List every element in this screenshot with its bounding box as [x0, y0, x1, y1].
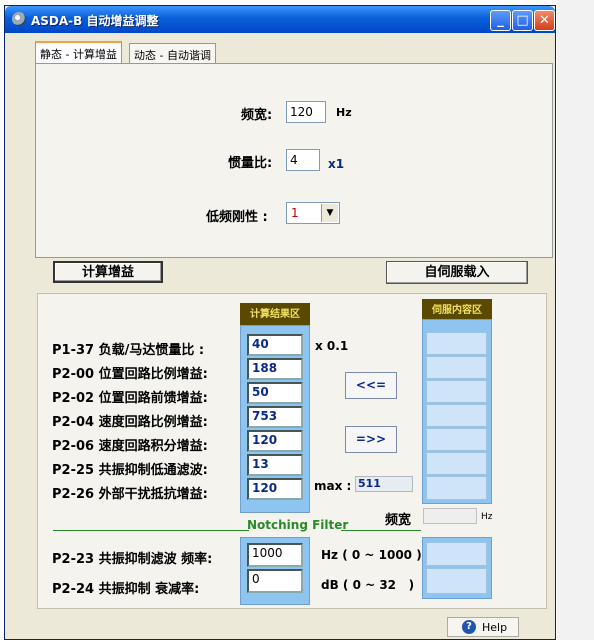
p1-37-value[interactable]: 40: [247, 334, 303, 356]
maximize-button[interactable]: □: [512, 10, 533, 31]
chevron-down-icon[interactable]: ▼: [321, 204, 338, 222]
p2-25-value[interactable]: 13: [247, 454, 303, 476]
p2-06-label: P2-06 速度回路积分增益:: [52, 439, 208, 454]
result-bandwidth-unit: Hz: [481, 512, 493, 522]
calc-gain-button[interactable]: 计算增益: [53, 261, 163, 283]
calc-result-header: 计算结果区: [240, 303, 310, 325]
max-label: max :: [314, 479, 352, 493]
status-bar: ? Help: [5, 614, 555, 639]
inertia-label: 惯量比:: [228, 156, 273, 171]
p2-26-value[interactable]: 120: [247, 478, 303, 500]
servo-cell: [426, 542, 487, 566]
p2-25-label: P2-25 共振抑制低通滤波:: [52, 463, 208, 478]
p2-00-value[interactable]: 188: [247, 358, 303, 380]
stiffness-select[interactable]: 1 ▼: [286, 202, 340, 224]
inertia-input[interactable]: [286, 149, 320, 171]
tab-static-calc[interactable]: 静态 - 计算增益: [35, 41, 122, 64]
p2-04-value[interactable]: 753: [247, 406, 303, 428]
copy-to-calc-button[interactable]: <<=: [345, 372, 397, 399]
inertia-unit: x1: [328, 157, 345, 171]
right-background-area: [557, 0, 594, 640]
copy-to-servo-button[interactable]: =>>: [345, 426, 397, 453]
p2-02-label: P2-02 位置回路前馈增益:: [52, 391, 208, 406]
p2-04-label: P2-04 速度回路比例增益:: [52, 415, 208, 430]
stiffness-value: 1: [291, 206, 299, 220]
servo-cell: [426, 404, 487, 427]
servo-cell: [426, 380, 487, 403]
bandwidth-unit: Hz: [336, 106, 352, 119]
p2-24-value[interactable]: 0: [247, 569, 303, 593]
bandwidth-input[interactable]: [286, 101, 326, 123]
help-button[interactable]: ? Help: [447, 617, 519, 637]
tab-dynamic-auto[interactable]: 动态 - 自动谐调: [129, 43, 216, 63]
minimize-button[interactable]: _: [490, 10, 511, 31]
servo-cell: [426, 332, 487, 355]
servo-cell: [426, 568, 487, 594]
notching-divider-right: [341, 530, 421, 531]
result-bandwidth-label: 频宽: [385, 513, 412, 528]
p1-37-label: P1-37 负载/马达惯量比 :: [52, 343, 205, 358]
window-title: ASDA-B 自动增益调整: [31, 14, 159, 28]
close-button[interactable]: ✕: [534, 10, 555, 31]
app-icon: [12, 12, 26, 26]
p2-23-label: P2-23 共振抑制滤波 频率:: [52, 552, 213, 567]
title-bar[interactable]: ASDA-B 自动增益调整 _ □ ✕: [5, 6, 555, 33]
servo-cell: [426, 452, 487, 475]
p2-23-value[interactable]: 1000: [247, 543, 303, 567]
notching-divider-left: [53, 530, 249, 531]
servo-cell: [426, 356, 487, 379]
auto-gain-window: ASDA-B 自动增益调整 _ □ ✕ 静态 - 计算增益 动态 - 自动谐调 …: [4, 5, 556, 640]
servo-cell: [426, 428, 487, 451]
p2-24-range: dB ( 0 ~ 32 ): [321, 578, 415, 592]
p2-06-value[interactable]: 120: [247, 430, 303, 452]
max-value: 511: [355, 476, 413, 492]
p2-00-label: P2-00 位置回路比例增益:: [52, 367, 208, 382]
bandwidth-label: 频宽:: [241, 108, 273, 123]
inertia-x01-unit: x 0.1: [315, 339, 349, 353]
p2-02-value[interactable]: 50: [247, 382, 303, 404]
servo-content-header: 伺服内容区: [422, 299, 492, 319]
result-bandwidth-value: [423, 508, 477, 524]
stiffness-label: 低频刚性 :: [206, 210, 268, 225]
servo-cell: [426, 476, 487, 500]
p2-26-label: P2-26 外部干扰抵抗增益:: [52, 487, 208, 502]
static-tab-panel: 频宽: Hz 惯量比: x1 低频刚性 : 1 ▼: [35, 63, 553, 258]
notching-filter-title: Notching Filter: [247, 518, 349, 532]
load-from-servo-button[interactable]: 自伺服载入: [386, 261, 528, 284]
p2-24-label: P2-24 共振抑制 衰减率:: [52, 582, 200, 597]
help-label: Help: [482, 621, 508, 634]
p2-23-range: Hz ( 0 ~ 1000 ): [321, 548, 422, 562]
help-icon: ?: [462, 620, 476, 634]
